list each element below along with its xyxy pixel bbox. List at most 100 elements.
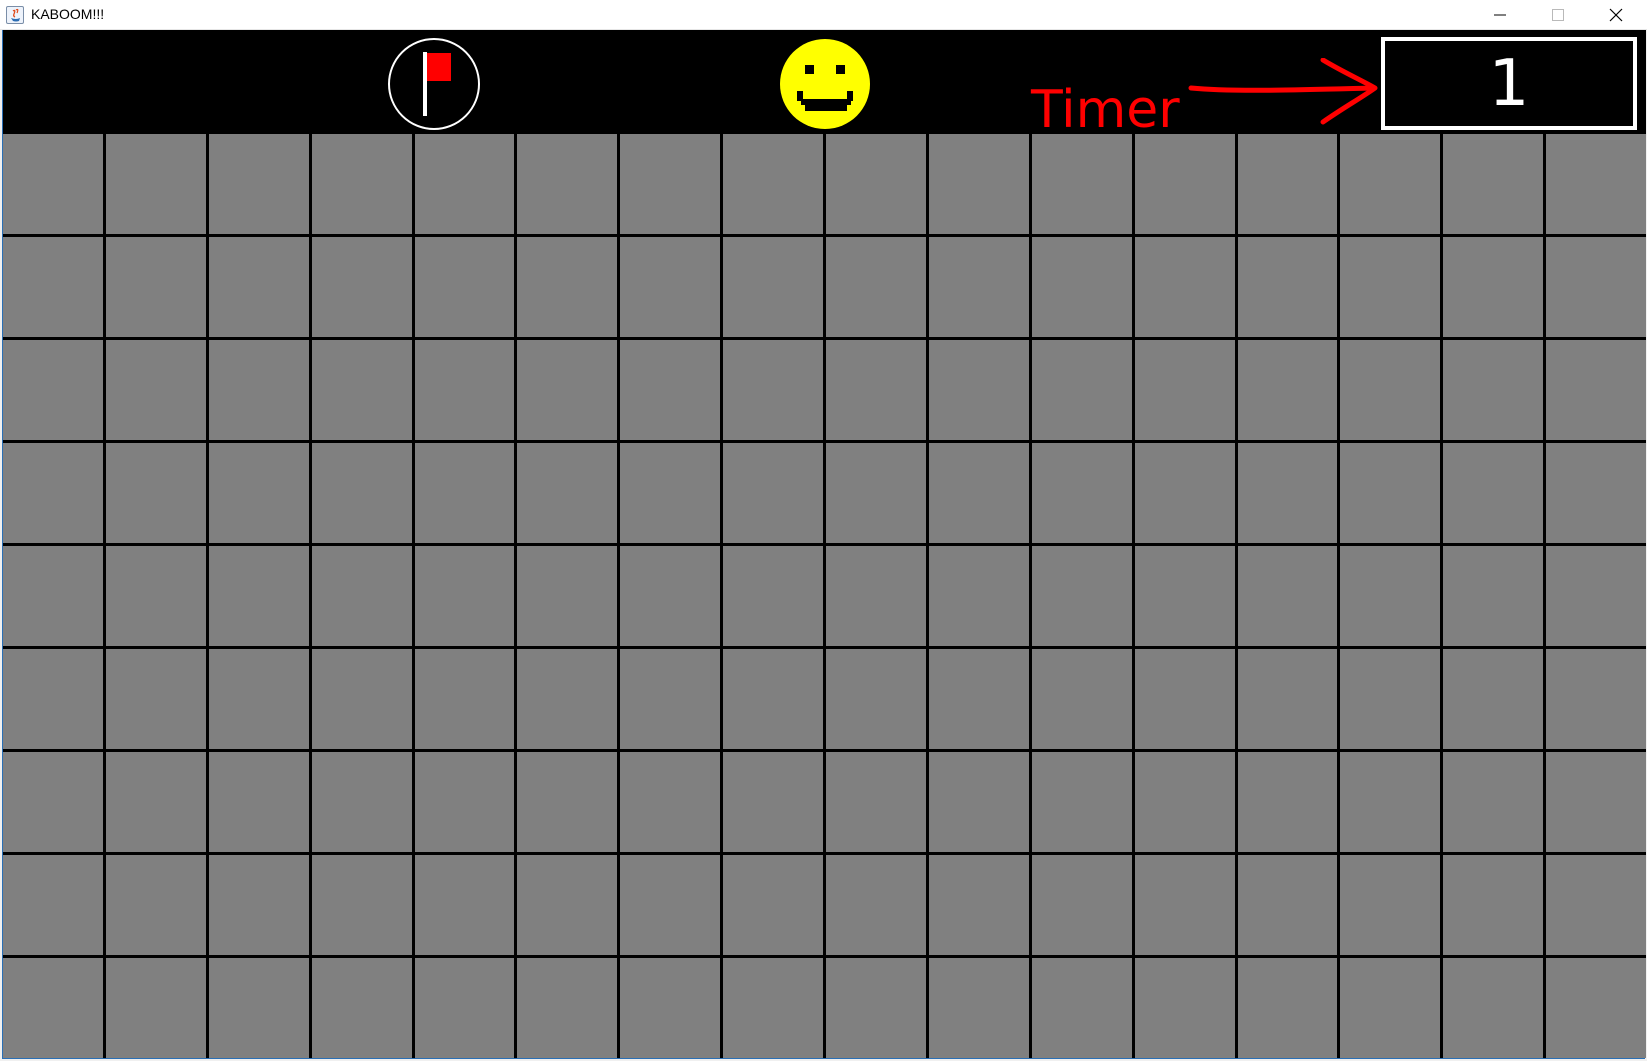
board-cell[interactable] [1134,958,1235,1058]
board-cell[interactable] [105,134,206,234]
board-cell[interactable] [311,340,412,440]
board-cell[interactable] [311,855,412,955]
board-cell[interactable] [311,443,412,543]
board-cell[interactable] [3,443,103,543]
board-cell[interactable] [928,649,1029,749]
board-cell[interactable] [1340,340,1441,440]
board-cell[interactable] [1340,134,1441,234]
board-cell[interactable] [1340,958,1441,1058]
board-cell[interactable] [1340,855,1441,955]
board-cell[interactable] [1443,546,1544,646]
board-cell[interactable] [105,443,206,543]
board-cell[interactable] [1134,752,1235,852]
board-cell[interactable] [928,134,1029,234]
board-cell[interactable] [3,752,103,852]
board-cell[interactable] [517,237,618,337]
board-cell[interactable] [3,546,103,646]
board-cell[interactable] [414,855,515,955]
board-cell[interactable] [1134,237,1235,337]
board-cell[interactable] [1546,340,1646,440]
board-cell[interactable] [1546,546,1646,646]
board-cell[interactable] [517,134,618,234]
board-cell[interactable] [208,958,309,1058]
board-cell[interactable] [1546,958,1646,1058]
board-cell[interactable] [414,958,515,1058]
board-cell[interactable] [1443,134,1544,234]
board-cell[interactable] [1031,752,1132,852]
board-cell[interactable] [826,855,926,955]
board-cell[interactable] [311,134,412,234]
board-cell[interactable] [1134,649,1235,749]
board-cell[interactable] [723,855,823,955]
board-cell[interactable] [1237,134,1338,234]
board-cell[interactable] [723,752,823,852]
board-cell[interactable] [1134,443,1235,543]
board-cell[interactable] [826,649,926,749]
board-cell[interactable] [620,340,721,440]
board-cell[interactable] [105,649,206,749]
board-cell[interactable] [1443,443,1544,543]
board-cell[interactable] [620,958,721,1058]
board-cell[interactable] [1031,237,1132,337]
reset-smiley-button[interactable] [779,38,871,130]
board-cell[interactable] [1443,649,1544,749]
board-cell[interactable] [517,752,618,852]
maximize-button[interactable] [1529,0,1587,30]
board-cell[interactable] [311,649,412,749]
board-cell[interactable] [1340,546,1441,646]
board-cell[interactable] [1237,855,1338,955]
board-cell[interactable] [1546,134,1646,234]
board-cell[interactable] [620,237,721,337]
board-cell[interactable] [1031,443,1132,543]
board-cell[interactable] [208,134,309,234]
board-cell[interactable] [1340,443,1441,543]
board-cell[interactable] [1443,237,1544,337]
board-cell[interactable] [1031,546,1132,646]
board-cell[interactable] [3,649,103,749]
board-cell[interactable] [620,649,721,749]
board-cell[interactable] [1340,649,1441,749]
board-cell[interactable] [620,752,721,852]
board-cell[interactable] [517,443,618,543]
board-cell[interactable] [1237,340,1338,440]
board-cell[interactable] [1546,855,1646,955]
board-cell[interactable] [1134,340,1235,440]
minimize-button[interactable] [1471,0,1529,30]
board-cell[interactable] [414,443,515,543]
board-cell[interactable] [208,752,309,852]
board-cell[interactable] [620,134,721,234]
board-cell[interactable] [105,958,206,1058]
board-cell[interactable] [3,340,103,440]
board-cell[interactable] [928,546,1029,646]
board-cell[interactable] [1031,958,1132,1058]
board-cell[interactable] [723,443,823,543]
board-cell[interactable] [1237,958,1338,1058]
board-cell[interactable] [1546,237,1646,337]
board-cell[interactable] [517,958,618,1058]
board-cell[interactable] [826,443,926,543]
board-cell[interactable] [517,546,618,646]
board-cell[interactable] [208,443,309,543]
board-cell[interactable] [1443,855,1544,955]
board-cell[interactable] [414,649,515,749]
board-cell[interactable] [1134,546,1235,646]
board-cell[interactable] [1031,855,1132,955]
board-cell[interactable] [105,237,206,337]
board-cell[interactable] [105,752,206,852]
board-cell[interactable] [1134,855,1235,955]
board-cell[interactable] [208,546,309,646]
board-cell[interactable] [826,340,926,440]
board-cell[interactable] [105,546,206,646]
board-cell[interactable] [3,855,103,955]
board-cell[interactable] [723,340,823,440]
title-bar[interactable]: KABOOM!!! [0,0,1647,30]
board-cell[interactable] [1443,958,1544,1058]
board-cell[interactable] [517,340,618,440]
board-cell[interactable] [414,340,515,440]
board-cell[interactable] [826,752,926,852]
board-cell[interactable] [1443,340,1544,440]
board-cell[interactable] [826,546,926,646]
board-cell[interactable] [1340,237,1441,337]
board-cell[interactable] [928,443,1029,543]
board-cell[interactable] [1546,752,1646,852]
